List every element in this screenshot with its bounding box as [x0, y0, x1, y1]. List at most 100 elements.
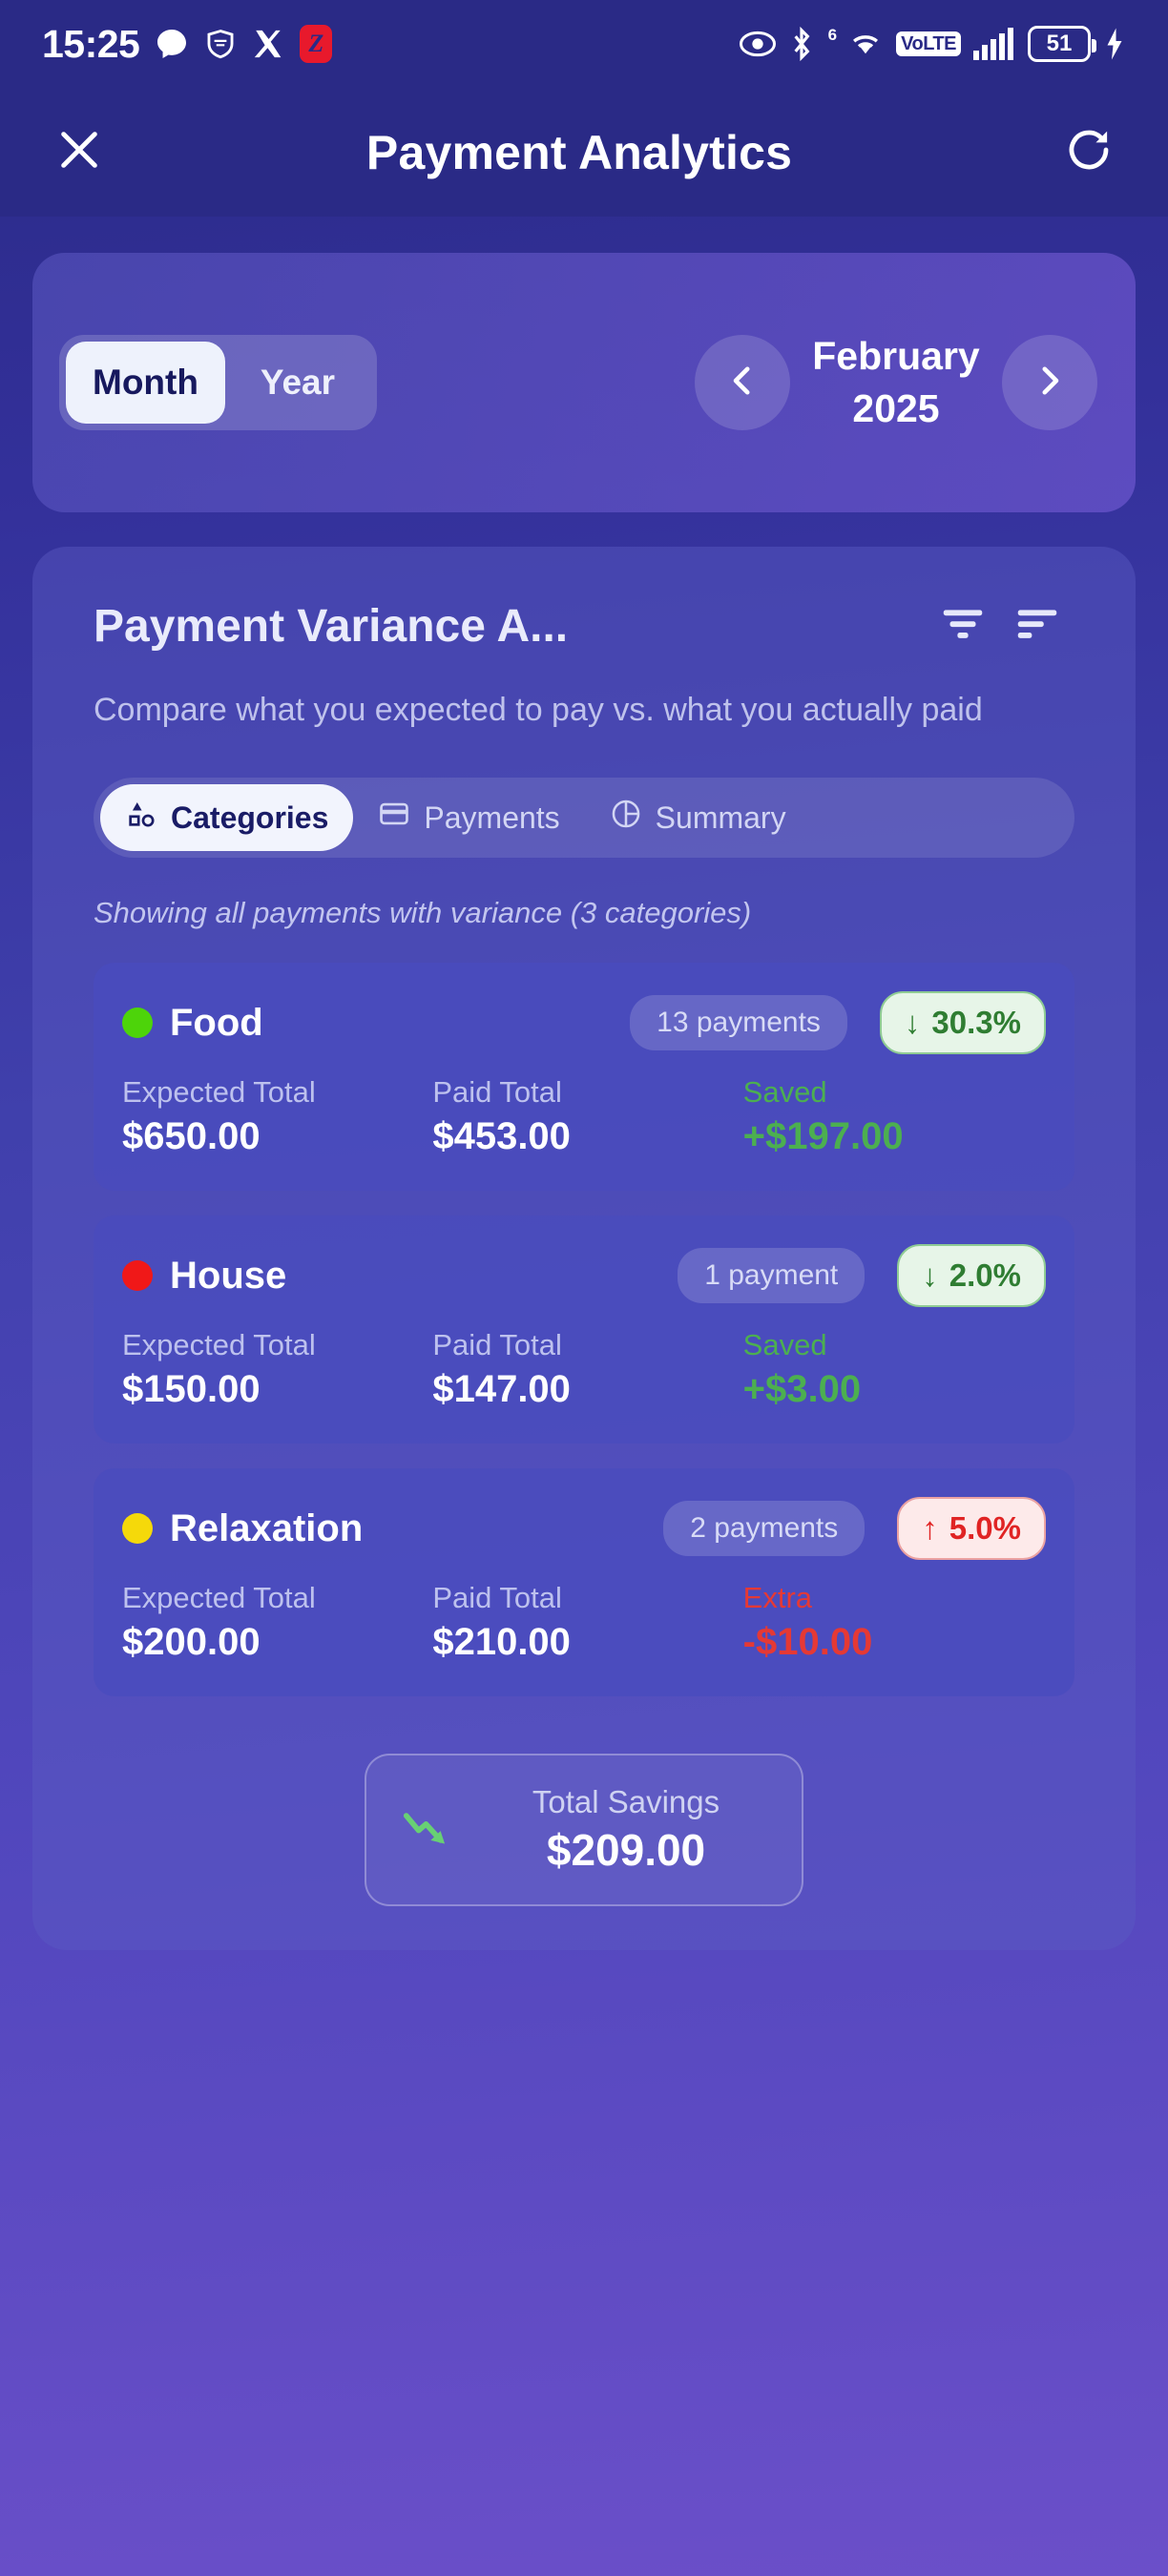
category-card-food[interactable]: Food 13 payments ↓ 30.3% Expected Total …: [94, 963, 1074, 1192]
status-bar-left: 15:25 Z: [42, 21, 333, 67]
filter-button[interactable]: [926, 598, 1000, 654]
total-savings-text: Total Savings $209.00: [483, 1784, 769, 1876]
panel-title: Payment Variance A...: [94, 601, 569, 652]
difference-label: Saved: [742, 1328, 827, 1362]
refresh-button[interactable]: [1055, 119, 1122, 186]
paid-value: $453.00: [432, 1115, 571, 1158]
tab-categories-label: Categories: [171, 800, 329, 835]
difference-cell: Saved +$197.00: [743, 1075, 1046, 1158]
bluetooth-icon: [789, 26, 814, 62]
category-color-dot: [122, 1260, 153, 1292]
expected-label: Expected Total: [122, 1328, 316, 1362]
category-header: Food 13 payments ↓ 30.3%: [122, 991, 1046, 1055]
status-time: 15:25: [42, 21, 140, 66]
trend-down-icon: [399, 1803, 458, 1858]
expected-value: $200.00: [122, 1621, 261, 1664]
payment-count-badge: 13 payments: [630, 995, 847, 1051]
tab-payments-label: Payments: [424, 800, 560, 835]
expected-value: $150.00: [122, 1368, 261, 1411]
pie-chart-icon: [610, 798, 642, 838]
expected-value: $650.00: [122, 1115, 261, 1158]
wifi-icon: [847, 29, 884, 59]
close-icon: [52, 123, 106, 181]
sort-button[interactable]: [1000, 598, 1074, 654]
paid-label: Paid Total: [432, 1328, 562, 1362]
month-navigator: February 2025: [695, 330, 1097, 434]
next-month-button[interactable]: [1002, 335, 1097, 430]
expected-label: Expected Total: [122, 1075, 316, 1110]
difference-cell: Extra -$10.00: [743, 1581, 1046, 1664]
category-card-relaxation[interactable]: Relaxation 2 payments ↑ 5.0% Expected To…: [94, 1468, 1074, 1697]
current-period-label: February 2025: [812, 334, 980, 430]
variance-analysis-panel: Payment Variance A... Compare what you e…: [32, 547, 1136, 1951]
period-type-segmented-control[interactable]: Month Year: [59, 335, 377, 430]
x-twitter-icon: [252, 28, 284, 60]
shapes-icon: [125, 798, 157, 838]
view-tabs: Categories Payments Summary: [94, 778, 1074, 859]
variance-percent: 30.3%: [931, 1005, 1021, 1041]
status-bar: 15:25 Z 6 VoLTE 51: [0, 0, 1168, 88]
chevron-left-icon: [722, 361, 762, 405]
category-header: House 1 payment ↓ 2.0%: [122, 1244, 1046, 1308]
total-savings-wrap: Total Savings $209.00: [32, 1754, 1136, 1907]
variance-badge: ↓ 2.0%: [897, 1244, 1046, 1308]
paid-cell: Paid Total $210.00: [432, 1581, 735, 1664]
z-app-icon: Z: [300, 25, 333, 63]
category-figures: Expected Total $650.00 Paid Total $453.0…: [122, 1075, 1046, 1158]
paid-cell: Paid Total $147.00: [432, 1328, 735, 1411]
variance-percent: 2.0%: [949, 1257, 1021, 1294]
period-selector-card: Month Year February 2025: [32, 253, 1136, 512]
category-header: Relaxation 2 payments ↑ 5.0%: [122, 1497, 1046, 1561]
arrow-down-icon: ↓: [922, 1257, 938, 1294]
app-header: Payment Analytics: [0, 88, 1168, 217]
difference-value: -$10.00: [742, 1621, 873, 1664]
credit-card-icon: [378, 798, 410, 838]
difference-label: Extra: [742, 1581, 813, 1615]
refresh-icon: [1063, 124, 1115, 180]
wifi-generation-label: 6: [827, 26, 838, 44]
tab-summary[interactable]: Summary: [585, 784, 811, 851]
expected-cell: Expected Total $650.00: [122, 1075, 425, 1158]
sort-icon: [1012, 598, 1063, 654]
expected-label: Expected Total: [122, 1581, 316, 1615]
tab-categories[interactable]: Categories: [100, 784, 354, 852]
paid-label: Paid Total: [432, 1581, 562, 1615]
total-savings-card: Total Savings $209.00: [365, 1754, 803, 1907]
tab-payments[interactable]: Payments: [353, 784, 584, 851]
panel-header: Payment Variance A...: [32, 598, 1136, 654]
total-savings-label: Total Savings: [532, 1784, 720, 1820]
showing-note: Showing all payments with variance (3 ca…: [94, 896, 752, 930]
page-title: Payment Analytics: [365, 125, 793, 179]
segment-month[interactable]: Month: [66, 342, 225, 424]
expected-cell: Expected Total $200.00: [122, 1581, 425, 1664]
difference-value: +$3.00: [742, 1368, 862, 1411]
battery-icon: 51: [1028, 26, 1096, 62]
difference-label: Saved: [742, 1075, 827, 1110]
status-bar-right: 6 VoLTE 51: [739, 26, 1126, 62]
difference-value: +$197.00: [742, 1115, 904, 1158]
paid-label: Paid Total: [432, 1075, 562, 1110]
variance-badge: ↓ 30.3%: [879, 991, 1046, 1055]
category-color-dot: [122, 1513, 153, 1545]
paid-value: $210.00: [432, 1621, 571, 1664]
eye-icon: [739, 30, 777, 58]
segment-year[interactable]: Year: [225, 342, 370, 424]
category-color-dot: [122, 1008, 153, 1039]
payment-count-badge: 2 payments: [663, 1501, 866, 1557]
category-name: Relaxation: [170, 1506, 364, 1549]
difference-cell: Saved +$3.00: [743, 1328, 1046, 1411]
category-name: Food: [170, 1001, 263, 1044]
arrow-down-icon: ↓: [904, 1005, 921, 1041]
battery-level: 51: [1046, 31, 1073, 56]
payment-count-badge: 1 payment: [678, 1248, 866, 1304]
category-card-house[interactable]: House 1 payment ↓ 2.0% Expected Total $1…: [94, 1215, 1074, 1444]
category-figures: Expected Total $150.00 Paid Total $147.0…: [122, 1328, 1046, 1411]
previous-month-button[interactable]: [695, 335, 790, 430]
tab-summary-label: Summary: [655, 800, 786, 835]
chevron-right-icon: [1030, 361, 1070, 405]
volte-icon: VoLTE: [896, 31, 961, 56]
variance-percent: 5.0%: [949, 1510, 1021, 1547]
arrow-up-icon: ↑: [922, 1510, 938, 1547]
filter-icon: [937, 598, 989, 654]
charging-bolt-icon: [1103, 27, 1126, 61]
